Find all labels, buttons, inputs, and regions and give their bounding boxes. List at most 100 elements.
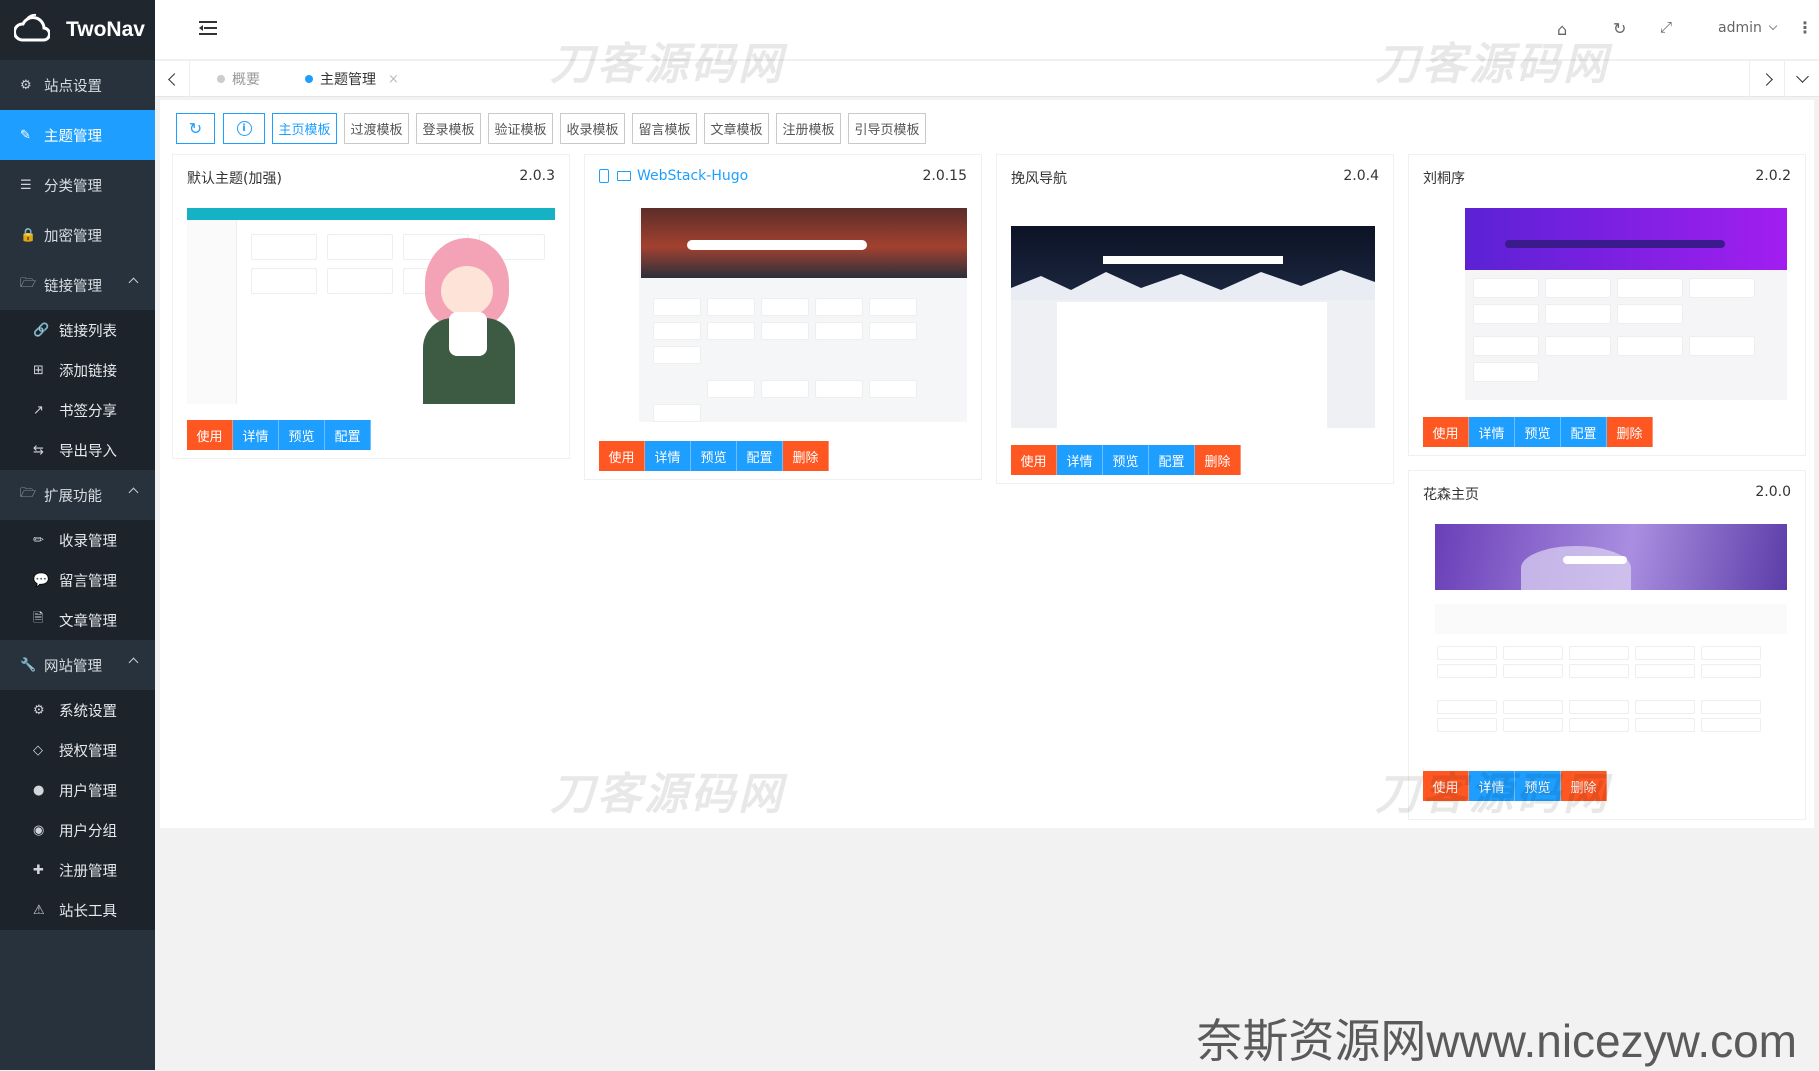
sidebar-item[interactable]: ◇ 授权管理 — [0, 730, 155, 770]
sidebar-item[interactable]: 🔧 网站管理 — [0, 640, 155, 690]
theme-name: 刘桐序 — [1423, 171, 1465, 187]
theme-action-button[interactable]: 删除 — [783, 441, 829, 471]
link-icon: 🔗 — [33, 322, 50, 338]
sidebar-item[interactable]: ⚙ 系统设置 — [0, 690, 155, 730]
refresh-button[interactable]: ↻ — [176, 113, 215, 144]
close-icon[interactable]: × — [388, 72, 399, 87]
template-tab-button[interactable]: 收录模板 — [560, 113, 625, 144]
lock-icon: 🔒 — [20, 227, 37, 243]
user-menu[interactable]: admin — [1718, 20, 1778, 36]
sidebar-item[interactable]: 🔗 链接列表 — [0, 310, 155, 350]
theme-card: 默认主题(加强) 2.0.3 使用 详情 预览 配置 — [172, 154, 570, 459]
sidebar-item-label: 分类管理 — [44, 178, 102, 195]
tab-label: 概要 — [232, 72, 260, 88]
template-tab-button[interactable]: 引导页模板 — [848, 113, 926, 144]
sidebar-item[interactable]: ⊞ 添加链接 — [0, 350, 155, 390]
sidebar-item[interactable]: ↗ 书签分享 — [0, 390, 155, 430]
theme-action-button[interactable]: 预览 — [1103, 445, 1149, 475]
logo[interactable]: TwoNav — [0, 0, 155, 60]
tab-dot — [217, 75, 225, 83]
theme-action-button[interactable]: 配置 — [1149, 445, 1195, 475]
sidebar-item[interactable]: ⇆ 导出导入 — [0, 430, 155, 470]
theme-action-button[interactable]: 使用 — [1423, 417, 1469, 447]
theme-action-button[interactable]: 预览 — [691, 441, 737, 471]
sidebar-item-label: 授权管理 — [59, 743, 117, 760]
theme-name: 花森主页 — [1423, 487, 1479, 503]
chevron-up-icon — [128, 277, 139, 288]
sidebar-item-label: 站长工具 — [59, 903, 117, 920]
tab-dropdown-icon[interactable] — [1784, 61, 1819, 97]
sidebar-item[interactable]: ⚙ 站点设置 — [0, 60, 155, 110]
tab-scroll-right-icon[interactable] — [1749, 61, 1784, 97]
exchange-icon: ⇆ — [33, 442, 44, 458]
sidebar-item[interactable]: ⚠ 站长工具 — [0, 890, 155, 930]
template-tab-button[interactable]: 过渡模板 — [344, 113, 409, 144]
theme-action-button[interactable]: 详情 — [645, 441, 691, 471]
template-tab-button[interactable]: 主页模板 — [272, 113, 337, 144]
template-tab-button[interactable]: 文章模板 — [704, 113, 769, 144]
theme-name: 挽风导航 — [1011, 171, 1067, 187]
sidebar-item-label: 留言管理 — [59, 573, 117, 590]
theme-name: WebStack-Hugo — [637, 168, 749, 184]
sidebar-item-label: 收录管理 — [59, 533, 117, 550]
diamond-icon: ◇ — [33, 742, 43, 758]
sidebar-item[interactable]: ✚ 注册管理 — [0, 850, 155, 890]
theme-action-button[interactable]: 详情 — [1469, 417, 1515, 447]
sidebar-item[interactable]: 🗁 链接管理 — [0, 260, 155, 310]
tablet-icon — [599, 169, 609, 183]
desktop-icon — [617, 171, 631, 181]
menu-toggle-icon[interactable] — [199, 20, 217, 36]
refresh-icon: ↻ — [188, 119, 203, 138]
sidebar-item[interactable]: ✎ 主题管理 — [0, 110, 155, 160]
template-tab-button[interactable]: 注册模板 — [776, 113, 841, 144]
plus-square-icon: ⊞ — [33, 362, 44, 378]
tab-overview[interactable]: 概要 — [217, 61, 260, 97]
sidebar-item[interactable]: ☰ 分类管理 — [0, 160, 155, 210]
sidebar-item[interactable]: ✏ 收录管理 — [0, 520, 155, 560]
brush-icon: ✎ — [20, 127, 31, 143]
theme-action-button[interactable]: 删除 — [1607, 417, 1653, 447]
theme-version: 2.0.0 — [1755, 484, 1791, 500]
sidebar-item-label: 添加链接 — [59, 363, 117, 380]
theme-action-button[interactable]: 使用 — [599, 441, 645, 471]
sidebar-item[interactable]: 🗎 文章管理 — [0, 600, 155, 640]
info-icon: i — [236, 121, 252, 136]
tab-dot — [305, 75, 313, 83]
theme-action-button[interactable]: 配置 — [1561, 417, 1607, 447]
sidebar-item[interactable]: ● 用户管理 — [0, 770, 155, 810]
refresh-icon[interactable]: ↻ — [1613, 19, 1626, 38]
theme-version: 2.0.4 — [1343, 168, 1379, 184]
theme-action-button[interactable]: 详情 — [1057, 445, 1103, 475]
sidebar-item[interactable]: 💬 留言管理 — [0, 560, 155, 600]
theme-version: 2.0.2 — [1755, 168, 1791, 184]
theme-action-button[interactable]: 预览 — [279, 420, 325, 450]
theme-action-button[interactable]: 预览 — [1515, 417, 1561, 447]
theme-name: 默认主题(加强) — [187, 171, 282, 187]
template-tab-button[interactable]: 验证模板 — [488, 113, 553, 144]
theme-action-button[interactable]: 配置 — [737, 441, 783, 471]
share-icon: ↗ — [33, 402, 44, 418]
comment-icon: 💬 — [33, 572, 50, 588]
template-tab-button[interactable]: 登录模板 — [416, 113, 481, 144]
sidebar-item-label: 注册管理 — [59, 863, 117, 880]
tab-theme-management[interactable]: 主题管理 × — [302, 61, 411, 97]
sidebar-item-label: 主题管理 — [44, 128, 102, 145]
tab-scroll-left-icon[interactable] — [155, 61, 190, 97]
template-tab-button[interactable]: 留言模板 — [632, 113, 697, 144]
info-button[interactable]: i — [223, 113, 265, 144]
sidebar-item[interactable]: 🔒 加密管理 — [0, 210, 155, 260]
theme-actions: 使用 详情 预览 配置 删除 — [1011, 445, 1241, 475]
more-vertical-icon[interactable]: ⋮ — [1797, 18, 1813, 37]
list-icon: ☰ — [20, 177, 32, 193]
sidebar-item[interactable]: 🗁 扩展功能 — [0, 470, 155, 520]
sidebar-item-label: 网站管理 — [44, 658, 102, 675]
theme-name-link[interactable]: WebStack-Hugo — [599, 168, 748, 184]
theme-action-button[interactable]: 使用 — [1011, 445, 1057, 475]
fullscreen-icon[interactable]: ⤢ — [1660, 18, 1672, 36]
sidebar-item[interactable]: ◉ 用户分组 — [0, 810, 155, 850]
theme-action-button[interactable]: 使用 — [187, 420, 233, 450]
theme-action-button[interactable]: 详情 — [233, 420, 279, 450]
theme-action-button[interactable]: 删除 — [1195, 445, 1241, 475]
theme-action-button[interactable]: 配置 — [325, 420, 371, 450]
article-icon: 🗎 — [33, 611, 44, 626]
